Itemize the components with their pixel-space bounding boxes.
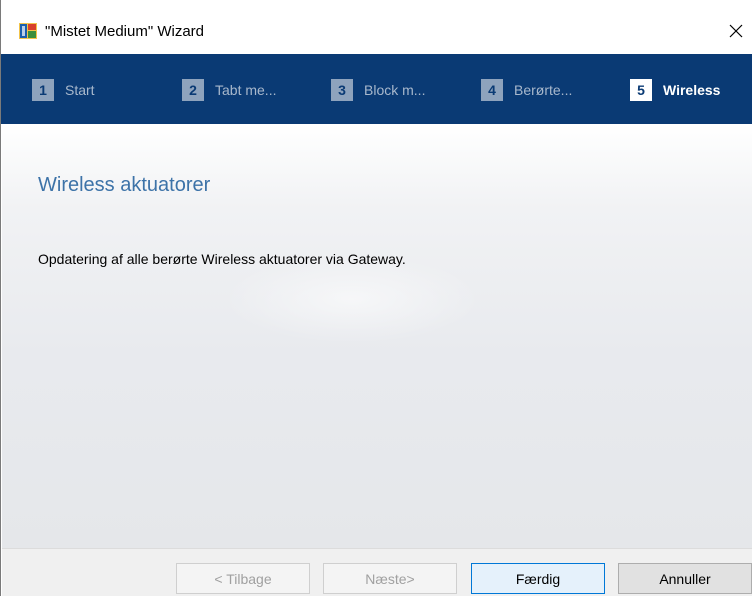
step-label: Start bbox=[65, 82, 95, 98]
step-start: 1 Start bbox=[32, 79, 95, 101]
step-tabt-medium: 2 Tabt me... bbox=[182, 79, 276, 101]
step-label: Berørte... bbox=[514, 82, 573, 98]
cancel-button[interactable]: Annuller bbox=[618, 563, 752, 594]
title-bar: "Mistet Medium" Wizard bbox=[1, 0, 752, 54]
close-icon[interactable] bbox=[719, 14, 752, 48]
button-bar: < Tilbage Næste> Færdig Annuller bbox=[2, 548, 752, 596]
next-button[interactable]: Næste> bbox=[323, 563, 457, 594]
step-number: 3 bbox=[331, 79, 353, 101]
step-block-medium: 3 Block m... bbox=[331, 79, 425, 101]
wizard-content-panel: Wireless aktuatorer Opdatering af alle b… bbox=[2, 124, 752, 548]
step-number: 4 bbox=[481, 79, 503, 101]
step-number: 2 bbox=[182, 79, 204, 101]
step-label: Tabt me... bbox=[215, 82, 277, 98]
page-title: Wireless aktuatorer bbox=[38, 174, 211, 196]
wizard-app-icon bbox=[19, 23, 37, 39]
wizard-window: "Mistet Medium" Wizard 1 Start 2 Tabt me… bbox=[0, 0, 752, 596]
wizard-step-bar: 1 Start 2 Tabt me... 3 Block m... 4 Berø… bbox=[1, 54, 752, 124]
step-label: Block m... bbox=[364, 82, 426, 98]
finish-button[interactable]: Færdig bbox=[471, 563, 605, 594]
step-number: 1 bbox=[32, 79, 54, 101]
back-button[interactable]: < Tilbage bbox=[176, 563, 310, 594]
page-description: Opdatering af alle berørte Wireless aktu… bbox=[38, 251, 406, 267]
step-berorte: 4 Berørte... bbox=[481, 79, 572, 101]
step-wireless: 5 Wireless bbox=[630, 79, 720, 101]
step-number: 5 bbox=[630, 79, 652, 101]
step-label: Wireless bbox=[663, 82, 721, 98]
window-title: "Mistet Medium" Wizard bbox=[45, 23, 205, 40]
